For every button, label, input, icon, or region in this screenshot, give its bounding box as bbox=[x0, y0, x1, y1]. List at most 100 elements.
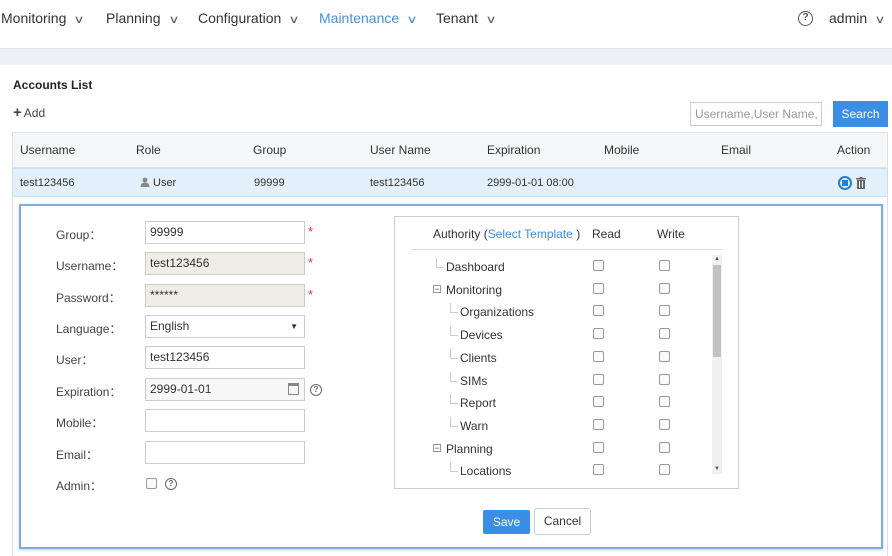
write-checkbox[interactable] bbox=[659, 418, 670, 430]
authority-item-label: Organizations bbox=[460, 305, 535, 320]
nav-monitoring[interactable]: Monitoring ∨ bbox=[1, 0, 86, 36]
edit-icon[interactable] bbox=[838, 176, 852, 190]
language-value: English bbox=[150, 319, 190, 333]
read-checkbox[interactable] bbox=[593, 373, 604, 385]
column-header-username[interactable]: Username bbox=[20, 133, 75, 167]
help-icon[interactable]: ? bbox=[310, 384, 322, 396]
write-checkbox[interactable] bbox=[659, 260, 670, 271]
nav-label: Maintenance bbox=[319, 10, 400, 26]
mobile-field[interactable] bbox=[145, 409, 305, 432]
plus-icon: + bbox=[13, 104, 22, 121]
scroll-up-arrow-icon[interactable]: ▲ bbox=[712, 255, 722, 264]
write-checkbox[interactable] bbox=[659, 396, 670, 408]
username-label: Username： bbox=[56, 259, 124, 273]
write-checkbox[interactable] bbox=[659, 328, 670, 340]
email-field[interactable] bbox=[145, 441, 305, 464]
authority-item-label: Planning bbox=[446, 441, 493, 456]
required-marker: * bbox=[308, 287, 314, 302]
tree-connector-line bbox=[450, 394, 451, 405]
user-field[interactable]: test123456 bbox=[145, 346, 305, 369]
password-label: Password： bbox=[56, 291, 121, 305]
chevron-down-icon: ∨ bbox=[73, 14, 86, 26]
column-header-mobile[interactable]: Mobile bbox=[604, 133, 639, 167]
nav-tenant[interactable]: Tenant ∨ bbox=[436, 0, 497, 36]
save-button[interactable]: Save bbox=[483, 510, 530, 534]
search-input[interactable] bbox=[690, 102, 822, 126]
write-checkbox[interactable] bbox=[659, 305, 670, 317]
authority-scrollbar[interactable]: ▲ ▼ bbox=[712, 255, 722, 474]
cell-expiration: 2999-01-01 08:00 bbox=[487, 177, 574, 189]
read-checkbox[interactable] bbox=[593, 328, 604, 340]
expiration-field[interactable]: 2999-01-01 bbox=[145, 378, 305, 401]
tree-connector-line bbox=[450, 416, 451, 427]
language-select[interactable]: English ▼ bbox=[145, 315, 305, 338]
cancel-button[interactable]: Cancel bbox=[534, 508, 591, 535]
write-checkbox[interactable] bbox=[659, 464, 670, 476]
chevron-down-icon: ∨ bbox=[406, 14, 418, 26]
required-marker: * bbox=[308, 224, 314, 239]
nav-label: Configuration bbox=[198, 10, 282, 26]
nav-configuration[interactable]: Configuration ∨ bbox=[198, 0, 300, 36]
email-label: Email： bbox=[56, 448, 99, 462]
scroll-thumb[interactable] bbox=[713, 265, 721, 357]
tree-connector-line bbox=[450, 357, 458, 359]
tree-connector-line bbox=[450, 425, 458, 427]
write-checkbox[interactable] bbox=[659, 441, 670, 453]
collapse-icon[interactable]: − bbox=[433, 443, 441, 452]
read-checkbox[interactable] bbox=[593, 464, 604, 476]
read-checkbox[interactable] bbox=[593, 305, 604, 317]
authority-item-label: Warn bbox=[460, 418, 489, 433]
read-checkbox[interactable] bbox=[593, 418, 604, 430]
table-header: Username Role Group User Name Expiration… bbox=[12, 132, 888, 168]
user-menu-label: admin bbox=[829, 10, 868, 26]
column-header-group[interactable]: Group bbox=[253, 133, 286, 167]
column-header-email[interactable]: Email bbox=[721, 133, 751, 167]
tree-connector-line bbox=[450, 403, 458, 405]
read-checkbox[interactable] bbox=[593, 441, 604, 453]
help-icon[interactable]: ? bbox=[165, 478, 177, 490]
column-header-user-name[interactable]: User Name bbox=[370, 133, 431, 167]
help-icon[interactable]: ? bbox=[798, 11, 813, 26]
group-field[interactable]: 99999 bbox=[145, 221, 305, 244]
read-checkbox[interactable] bbox=[593, 396, 604, 408]
read-checkbox[interactable] bbox=[593, 350, 604, 362]
select-template-link[interactable]: Select Template bbox=[488, 227, 573, 241]
write-checkbox[interactable] bbox=[659, 350, 670, 362]
write-checkbox[interactable] bbox=[659, 282, 670, 294]
scroll-down-arrow-icon[interactable]: ▼ bbox=[712, 465, 722, 474]
tree-connector-line bbox=[450, 380, 458, 382]
expiration-value: 2999-01-01 bbox=[150, 382, 212, 396]
cell-user-name: test123456 bbox=[370, 177, 425, 189]
add-label: Add bbox=[23, 106, 46, 120]
authority-panel: Authority (Select Template ) Read Write … bbox=[394, 216, 739, 489]
authority-item-label: Dashboard bbox=[446, 260, 505, 274]
table-row[interactable]: test123456 User 99999 test123456 2999-01… bbox=[12, 168, 888, 197]
read-checkbox[interactable] bbox=[593, 260, 604, 271]
chevron-down-icon: ∨ bbox=[288, 14, 300, 26]
column-header-role[interactable]: Role bbox=[136, 133, 161, 167]
admin-checkbox[interactable] bbox=[146, 478, 157, 489]
chevron-down-icon: ∨ bbox=[485, 14, 497, 26]
add-account-button[interactable]: + Add bbox=[13, 104, 45, 121]
column-header-expiration[interactable]: Expiration bbox=[487, 133, 540, 167]
search-button[interactable]: Search bbox=[833, 101, 888, 127]
cell-group: 99999 bbox=[254, 177, 285, 189]
collapse-icon[interactable]: − bbox=[433, 284, 441, 293]
tree-connector-line bbox=[450, 303, 451, 314]
nav-maintenance[interactable]: Maintenance ∨ bbox=[319, 0, 418, 36]
top-navigation: Monitoring ∨ Planning ∨ Configuration ∨ Mai… bbox=[0, 0, 892, 48]
trash-icon[interactable] bbox=[856, 177, 866, 189]
chevron-down-icon: ∨ bbox=[874, 14, 886, 26]
chevron-down-icon: ∨ bbox=[167, 14, 180, 26]
write-checkbox[interactable] bbox=[659, 373, 670, 385]
read-checkbox[interactable] bbox=[593, 282, 604, 294]
tree-connector-line bbox=[450, 348, 451, 359]
calendar-icon[interactable] bbox=[288, 383, 299, 395]
user-menu[interactable]: admin ∨ bbox=[829, 0, 886, 36]
user-icon bbox=[140, 177, 150, 187]
role-text: User bbox=[153, 177, 177, 189]
tree-connector-line bbox=[450, 462, 451, 473]
authority-header-suffix: ) bbox=[572, 227, 581, 241]
nav-planning[interactable]: Planning ∨ bbox=[106, 0, 180, 36]
tree-connector-line bbox=[436, 267, 444, 268]
